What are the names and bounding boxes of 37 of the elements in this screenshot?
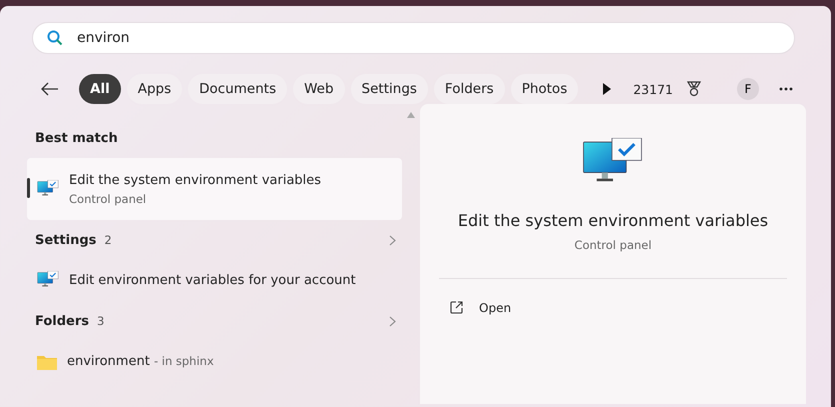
result-title: Edit the system environment variables: [69, 172, 322, 188]
selection-indicator: [27, 178, 30, 198]
filter-tab[interactable]: Folders: [434, 74, 505, 104]
play-icon[interactable]: [602, 83, 612, 95]
filter-tab[interactable]: Documents: [188, 74, 288, 104]
open-action[interactable]: Open: [446, 286, 516, 329]
external-link-icon: [450, 301, 463, 314]
filter-tab[interactable]: Photos: [510, 74, 578, 104]
folder-icon: [37, 354, 57, 370]
section-heading: Settings: [35, 232, 96, 248]
chevron-icon[interactable]: [389, 316, 396, 326]
result-item[interactable]: Edit the system environment variables Control panel: [27, 158, 402, 220]
result-title: Edit environment variables for your account: [69, 273, 356, 288]
result-count: 2: [104, 233, 112, 247]
filter-tab[interactable]: Web: [293, 74, 345, 104]
more-icon[interactable]: [779, 87, 793, 91]
result-subtitle: Control panel: [69, 192, 148, 206]
filter-tab[interactable]: Apps: [126, 74, 182, 104]
result-count: 3: [97, 314, 104, 328]
filter-tab[interactable]: All: [79, 74, 121, 104]
result-item[interactable]: environment - in sphinx: [27, 341, 402, 382]
filter-tab[interactable]: Settings: [350, 74, 428, 104]
result-title: environment - in sphinx: [67, 354, 214, 369]
preview-title: Edit the system environment variables: [458, 210, 768, 230]
chevron-icon[interactable]: [389, 234, 396, 246]
section-heading: Folders: [35, 314, 90, 328]
search-input[interactable]: environ: [75, 29, 780, 47]
search-field[interactable]: environ: [32, 22, 795, 54]
preview-subtitle: Control panel: [574, 238, 652, 252]
result-item[interactable]: Edit environment variables for your account: [27, 260, 402, 301]
back-arrow-icon[interactable]: [41, 82, 59, 96]
section-heading: Best match: [35, 130, 118, 146]
user-avatar[interactable]: F: [737, 78, 759, 100]
search-icon: [47, 30, 63, 46]
points-count: 23171: [633, 82, 673, 96]
medal-icon[interactable]: [687, 81, 701, 97]
monitor-icon: [37, 180, 59, 198]
